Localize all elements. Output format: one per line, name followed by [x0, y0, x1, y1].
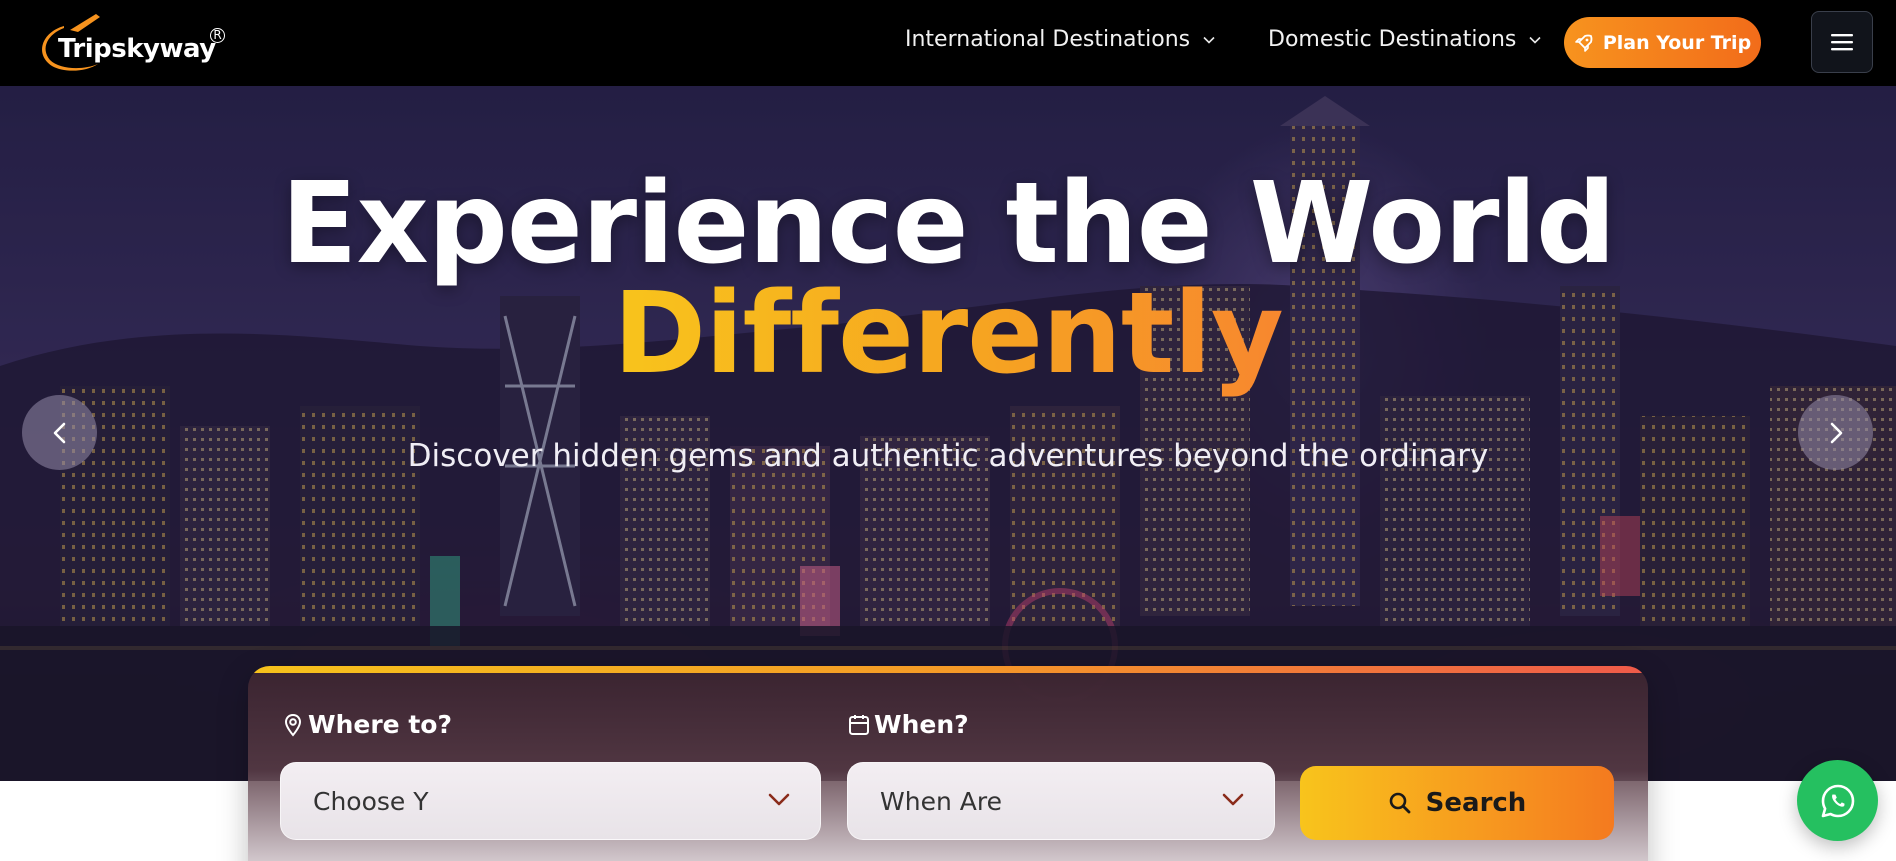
rocket-icon — [1575, 34, 1593, 52]
registered-mark: R — [210, 28, 225, 43]
travel-date-select[interactable]: When Are — [847, 762, 1275, 840]
nav-international-destinations[interactable]: International Destinations — [905, 27, 1216, 52]
chevron-down-icon — [1203, 36, 1215, 44]
calendar-icon — [849, 714, 869, 735]
hero-title-highlight: Differently — [0, 278, 1896, 390]
nav-domestic-destinations[interactable]: Domestic Destinations — [1268, 27, 1542, 52]
chevron-down-icon — [1529, 36, 1541, 44]
where-to-text: Where to? — [308, 710, 452, 739]
hero-title: Experience the World — [280, 159, 1616, 289]
destination-select-value: Choose Y — [313, 786, 429, 816]
hamburger-menu-icon — [1831, 34, 1853, 51]
chevron-down-icon — [768, 793, 790, 806]
destination-select[interactable]: Choose Y — [280, 762, 821, 840]
search-icon — [1389, 792, 1411, 814]
plan-your-trip-label: Plan Your Trip — [1602, 31, 1752, 54]
nav-label: International Destinations — [905, 27, 1191, 52]
where-to-label: Where to? — [282, 710, 452, 739]
top-navbar: Tripskyway R International Destinations … — [0, 0, 1896, 86]
brand-name: Tripskyway — [58, 34, 216, 64]
travel-date-select-value: When Are — [880, 786, 1002, 816]
when-text: When? — [874, 710, 969, 739]
whatsapp-chat-button[interactable] — [1797, 760, 1878, 841]
search-button-label: Search — [1425, 788, 1527, 818]
search-button[interactable]: Search — [1300, 766, 1614, 840]
panel-accent-bar — [248, 666, 1648, 673]
when-label: When? — [848, 710, 969, 739]
trip-search-panel: Where to? When? Choose Y When Are Search — [248, 666, 1648, 861]
hero-subtitle: Discover hidden gems and authentic adven… — [407, 438, 1489, 474]
plan-your-trip-button[interactable]: Plan Your Trip — [1564, 17, 1761, 68]
brand-logo[interactable]: Tripskyway R — [34, 10, 234, 76]
chevron-down-icon — [1222, 793, 1244, 806]
menu-button[interactable] — [1811, 11, 1873, 73]
nav-label: Domestic Destinations — [1268, 27, 1517, 52]
whatsapp-icon — [1821, 784, 1854, 817]
hero-title-highlight-text: Differently — [613, 269, 1284, 399]
map-pin-icon — [284, 713, 302, 737]
